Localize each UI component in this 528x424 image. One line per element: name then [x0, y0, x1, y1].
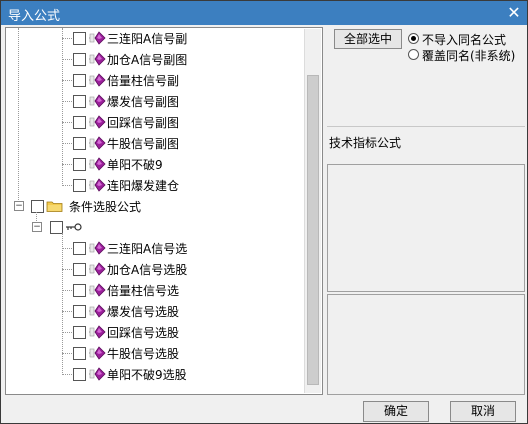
formula-icon — [88, 136, 106, 150]
formula-icon — [88, 283, 106, 297]
radio-overwrite[interactable] — [408, 49, 419, 60]
select-all-button[interactable]: 全部选中 — [334, 29, 402, 49]
item-checkbox[interactable] — [73, 137, 86, 150]
item-checkbox[interactable] — [73, 242, 86, 255]
tree-connector — [62, 233, 63, 375]
item-checkbox[interactable] — [73, 368, 86, 381]
import-formula-dialog: 导入公式 ✕ 三连阳A信号副 加仓A信号副图 倍量柱信号副 爆发信号副图 回踩信号副图牛… — [0, 0, 528, 424]
item-checkbox[interactable] — [73, 32, 86, 45]
formula-icon — [88, 178, 106, 192]
close-icon[interactable]: ✕ — [505, 4, 523, 21]
formula-tree: 三连阳A信号副 加仓A信号副图 倍量柱信号副 爆发信号副图 回踩信号副图 牛股信号副图 单阳… — [5, 27, 323, 395]
formula-icon — [88, 157, 106, 171]
scrollbar-thumb[interactable] — [307, 75, 319, 385]
section-label: 技术指标公式 — [329, 136, 402, 150]
tree-item-label[interactable]: 倍量柱信号副 — [107, 72, 179, 89]
formula-icon — [88, 52, 106, 66]
formula-icon — [88, 262, 106, 276]
formula-icon — [88, 325, 106, 339]
formula-icon — [88, 346, 106, 360]
cancel-button[interactable]: 取消 — [450, 401, 516, 422]
item-checkbox[interactable] — [73, 326, 86, 339]
item-checkbox[interactable] — [73, 53, 86, 66]
item-checkbox[interactable] — [73, 179, 86, 192]
formula-icon — [88, 241, 106, 255]
tree-connector — [62, 28, 63, 186]
formula-icon — [88, 73, 106, 87]
tree-item-label[interactable]: 牛股信号副图 — [107, 135, 179, 152]
tree-item-label[interactable]: 加仓A信号副图 — [107, 51, 187, 68]
tree-item-label[interactable]: 三连阳A信号副 — [107, 30, 187, 47]
tree-item-label[interactable]: 连阳爆发建仓 — [107, 177, 179, 194]
tree-item-label[interactable]: 倍量柱信号选 — [107, 282, 179, 299]
radio-overwrite-label: 覆盖同名(非系统) — [422, 49, 516, 63]
formula-description-panel — [327, 294, 525, 395]
tree-item-label[interactable]: 加仓A信号选股 — [107, 261, 187, 278]
formula-icon — [88, 367, 106, 381]
tree-item-label[interactable]: 单阳不破9选股 — [107, 366, 187, 383]
key-icon — [65, 220, 83, 234]
folder-checkbox[interactable] — [31, 200, 44, 213]
radio-skip-duplicates[interactable] — [408, 33, 419, 44]
item-checkbox[interactable] — [73, 305, 86, 318]
collapse-toggle[interactable]: − — [14, 201, 24, 211]
item-checkbox[interactable] — [73, 95, 86, 108]
tree-item-label[interactable]: 回踩信号选股 — [107, 324, 179, 341]
item-checkbox[interactable] — [73, 263, 86, 276]
tree-item-label[interactable]: 单阳不破9 — [107, 156, 163, 173]
formula-icon — [88, 115, 106, 129]
tree-connector — [18, 28, 19, 206]
folder-label[interactable]: 条件选股公式 — [69, 198, 141, 215]
formula-icon — [88, 94, 106, 108]
tree-item-label[interactable]: 牛股信号选股 — [107, 345, 179, 362]
formula-icon — [88, 31, 106, 45]
item-checkbox[interactable] — [73, 347, 86, 360]
window-title: 导入公式 — [8, 9, 61, 24]
radio-skip-label: 不导入同名公式 — [422, 33, 507, 47]
folder-icon — [46, 199, 64, 213]
ok-button[interactable]: 确定 — [363, 401, 429, 422]
tree-item-label[interactable]: 爆发信号选股 — [107, 303, 179, 320]
item-checkbox[interactable] — [73, 116, 86, 129]
tree-item-label[interactable]: 爆发信号副图 — [107, 93, 179, 110]
tree-item-label[interactable]: 三连阳A信号选 — [107, 240, 187, 257]
item-checkbox[interactable] — [73, 74, 86, 87]
item-checkbox[interactable] — [73, 158, 86, 171]
item-checkbox[interactable] — [73, 284, 86, 297]
formula-icon — [88, 304, 106, 318]
tree-item-label[interactable]: 回踩信号副图 — [107, 114, 179, 131]
divider — [327, 126, 525, 127]
title-bar: 导入公式 ✕ — [1, 1, 527, 25]
formula-info-panel — [327, 164, 525, 292]
tree-scrollbar[interactable] — [304, 29, 321, 393]
collapse-toggle[interactable]: − — [32, 222, 42, 232]
